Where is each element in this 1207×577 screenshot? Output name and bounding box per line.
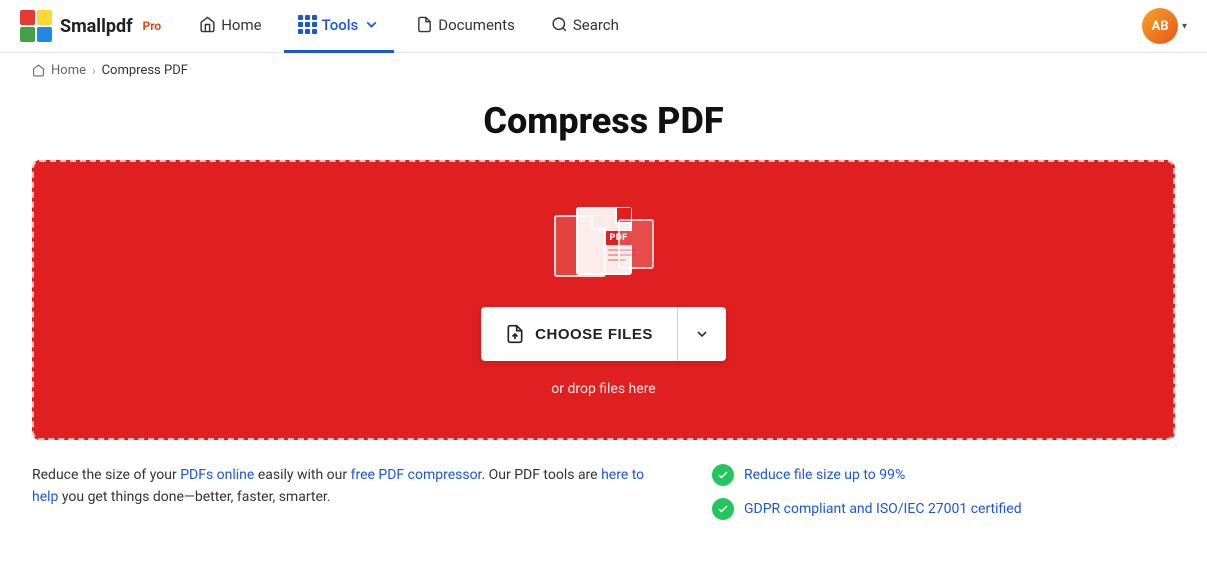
choose-files-button[interactable]: CHOOSE FILES [481,307,677,361]
search-icon [551,16,568,33]
nav-tools-label: Tools [322,16,359,34]
nav-documents[interactable]: Documents [402,0,529,53]
breadcrumb-home-link[interactable]: Home [51,63,86,78]
features-list: Reduce file size up to 99% GDPR complian… [712,464,1022,520]
avatar-chevron-icon: ▾ [1182,21,1187,32]
nav-tools[interactable]: Tools [284,0,395,53]
home-icon [199,16,216,33]
pdf-file-right [618,219,654,269]
pdfs-link[interactable]: PDFs online [180,467,254,483]
avatar-wrapper[interactable]: AB ▾ [1142,8,1187,44]
nav-documents-label: Documents [438,16,515,34]
logo-text: Smallpdf [60,16,133,37]
nav-home-label: Home [221,16,261,34]
logo[interactable]: Smallpdf Pro [20,10,161,42]
nav-search[interactable]: Search [537,0,633,53]
tools-link[interactable]: here to help [32,467,644,505]
drop-zone[interactable]: PDF CHOOSE FILES [32,160,1175,440]
dropzone-wrapper: PDF CHOOSE FILES [0,160,1207,440]
checkmark-icon-1 [717,503,729,515]
bottom-section: Reduce the size of your PDFs online easi… [0,440,1207,544]
tools-chevron-icon [363,16,380,33]
drop-text: or drop files here [551,381,655,397]
navbar: SmallpdfPro Home Tools Documents Search … [0,0,1207,53]
feature-item-0: Reduce file size up to 99% [712,464,1022,486]
nav-home[interactable]: Home [185,0,275,53]
choose-files-label: CHOOSE FILES [535,326,653,343]
page-title: Compress PDF [0,88,1207,160]
choose-files-dropdown-button[interactable] [678,307,726,361]
checkmark-icon-0 [717,469,729,481]
avatar[interactable]: AB [1142,8,1178,44]
choose-files-container: CHOOSE FILES [481,307,726,361]
nav-search-label: Search [573,16,619,34]
file-upload-icon [505,324,525,344]
breadcrumb: Home › Compress PDF [0,53,1207,88]
feature-text-1: GDPR compliant and ISO/IEC 27001 certifi… [744,501,1022,517]
bottom-description: Reduce the size of your PDFs online easi… [32,464,652,509]
documents-icon [416,16,433,33]
logo-pro: Pro [143,19,162,33]
pdf-icon-illustration: PDF [554,207,654,287]
breadcrumb-current: Compress PDF [102,63,188,78]
dropdown-chevron-icon [694,326,710,342]
feature-item-1: GDPR compliant and ISO/IEC 27001 certifi… [712,498,1022,520]
logo-icon [20,10,52,42]
breadcrumb-separator: › [92,64,96,78]
free-compressor-link[interactable]: free PDF compressor [351,467,482,483]
grid-icon [298,15,317,34]
feature-check-icon-1 [712,498,734,520]
description-text: Reduce the size of your PDFs online easi… [32,464,652,509]
breadcrumb-home-icon [32,64,45,77]
feature-text-0: Reduce file size up to 99% [744,467,905,483]
feature-check-icon-0 [712,464,734,486]
